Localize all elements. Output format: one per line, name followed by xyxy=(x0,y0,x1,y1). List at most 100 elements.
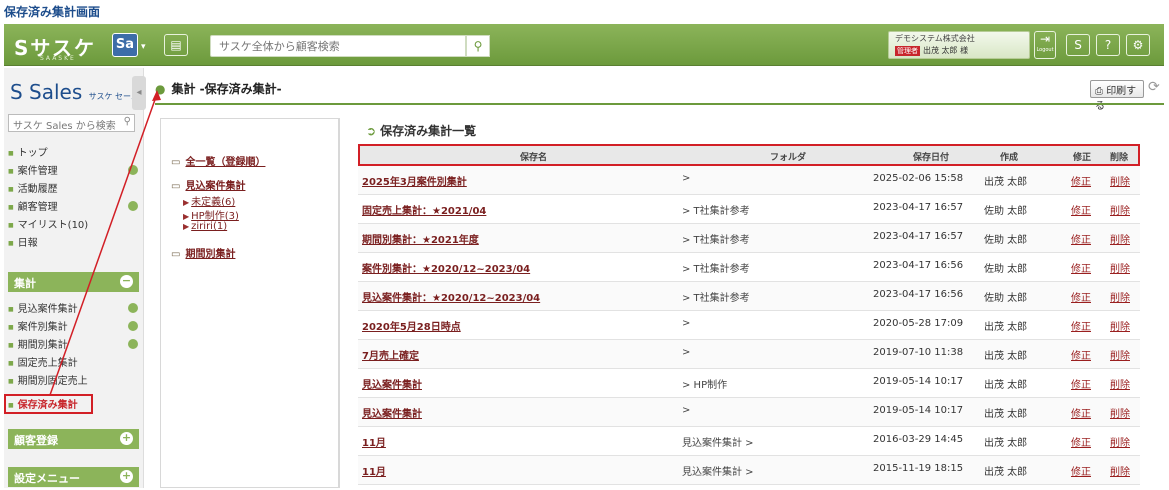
app-switch-caret-icon[interactable]: ▾ xyxy=(141,42,146,52)
section-customer-label: 顧客登録 xyxy=(14,434,58,447)
saved-name-link[interactable]: 2025年3月案件別集計 xyxy=(362,173,467,188)
delete-link[interactable]: 削除 xyxy=(1110,202,1130,217)
top-bar: Sサスケ SAASKE Sa ▾ ▤ ⚲ デモシステム株式会社 管理者出茂 太郎… xyxy=(4,24,1164,66)
sidebar: S Sales サスケ セールス ◂ サスケ Sales から検索⚲ トップ 案… xyxy=(4,68,146,488)
author-cell: 出茂 太郎 xyxy=(984,380,1028,391)
printer-icon: ⎙ xyxy=(1095,86,1103,97)
plus-icon[interactable] xyxy=(128,201,138,211)
edit-link[interactable]: 修正 xyxy=(1071,173,1091,188)
table-row: 見込案件集計：★2020/12~2023/04 > T社集計参考 2023-04-1… xyxy=(358,282,1140,311)
sidebar-item-fixed-sales[interactable]: 固定売上集計 xyxy=(8,354,78,369)
sidebar-item-deals[interactable]: 案件管理 xyxy=(8,162,58,177)
sidebar-item-forecast-aggregate[interactable]: 見込案件集計 xyxy=(8,300,78,315)
gear-icon[interactable]: ⚙ xyxy=(1126,34,1150,56)
app-logo-sub: SAASKE xyxy=(40,55,76,62)
saved-name-link[interactable]: 見込案件集計 xyxy=(362,405,422,420)
folder-all[interactable]: 全一覧（登録順） xyxy=(171,153,265,168)
author-cell: 佐助 太郎 xyxy=(984,264,1028,275)
minus-icon[interactable]: − xyxy=(120,275,133,288)
global-search-input[interactable] xyxy=(210,35,466,57)
table-row: 2020年5月28日時点 >2020-05-28 17:09 出茂 太郎 修正 削除 xyxy=(358,311,1140,340)
saved-name-link[interactable]: 案件別集計：★2020/12~2023/04 xyxy=(362,260,530,275)
col-date[interactable]: 保存日付 xyxy=(913,150,949,163)
plus-icon[interactable] xyxy=(128,339,138,349)
logout-button[interactable]: ⇥ Logout xyxy=(1034,31,1056,59)
refresh-icon[interactable]: ⟳ xyxy=(1148,79,1160,95)
plus-icon[interactable] xyxy=(128,303,138,313)
edit-link[interactable]: 修正 xyxy=(1071,463,1091,478)
app-switch-badge[interactable]: Sa xyxy=(112,33,138,57)
saved-name-link[interactable]: 見込案件集計：★2020/12~2023/04 xyxy=(362,289,540,304)
col-author[interactable]: 作成 xyxy=(1000,150,1018,163)
delete-link[interactable]: 削除 xyxy=(1110,289,1130,304)
delete-link[interactable]: 削除 xyxy=(1110,173,1130,188)
sidebar-section-customer-register[interactable]: 顧客登録 + xyxy=(8,429,139,449)
edit-link[interactable]: 修正 xyxy=(1071,260,1091,275)
plus-icon[interactable] xyxy=(128,165,138,175)
sidebar-item-top[interactable]: トップ xyxy=(8,144,48,159)
sidebar-item-period-fixed-sales[interactable]: 期間別固定売上 xyxy=(8,372,88,387)
sidebar-item-daily-report[interactable]: 日報 xyxy=(8,234,38,249)
delete-link[interactable]: 削除 xyxy=(1110,434,1130,449)
saved-name-link[interactable]: 期間別集計：★2021年度 xyxy=(362,231,479,246)
role-badge: 管理者 xyxy=(895,46,920,56)
print-button[interactable]: ⎙ 印刷する xyxy=(1090,80,1144,112)
delete-link[interactable]: 削除 xyxy=(1110,376,1130,391)
table-row: 11月 見込案件集計 > 2015-11-19 18:15 出茂 太郎 修正 削除 xyxy=(358,456,1140,485)
plus-icon[interactable]: + xyxy=(120,432,133,445)
delete-link[interactable]: 削除 xyxy=(1110,231,1130,246)
saved-name-link[interactable]: 見込案件集計 xyxy=(362,376,422,391)
delete-link[interactable]: 削除 xyxy=(1110,347,1130,362)
sidebar-item-mylist[interactable]: マイリスト(10) xyxy=(8,216,89,231)
s-icon[interactable]: S xyxy=(1066,34,1090,56)
sidebar-search-input[interactable]: サスケ Sales から検索 ⚲ xyxy=(8,114,135,132)
news-icon[interactable]: ▤ xyxy=(164,34,188,56)
saved-name-link[interactable]: 7月売上確定 xyxy=(362,347,419,362)
folder-cell: 見込案件集計 > xyxy=(682,438,754,449)
subfolder-ziriri[interactable]: ziriri(1) xyxy=(183,221,227,232)
edit-link[interactable]: 修正 xyxy=(1071,202,1091,217)
list-title: 保存済み集計一覧 xyxy=(366,122,476,139)
company-name: デモシステム株式会社 xyxy=(895,34,975,43)
sidebar-section-settings[interactable]: 設定メニュー + xyxy=(8,467,139,487)
sidebar-item-period-aggregate[interactable]: 期間別集計 xyxy=(8,336,68,351)
sidebar-item-customers[interactable]: 顧客管理 xyxy=(8,198,58,213)
plus-icon[interactable] xyxy=(128,321,138,331)
delete-link[interactable]: 削除 xyxy=(1110,318,1130,333)
delete-link[interactable]: 削除 xyxy=(1110,463,1130,478)
sidebar-search-placeholder: サスケ Sales から検索 xyxy=(13,121,116,132)
delete-link[interactable]: 削除 xyxy=(1110,405,1130,420)
saved-name-link[interactable]: 固定売上集計：★2021/04 xyxy=(362,202,486,217)
folder-forecast[interactable]: 見込案件集計 xyxy=(171,177,245,192)
help-icon[interactable]: ? xyxy=(1096,34,1120,56)
sales-logo-text: S Sales xyxy=(10,80,83,104)
edit-link[interactable]: 修正 xyxy=(1071,318,1091,333)
sidebar-collapse-handle[interactable]: ◂ xyxy=(132,76,146,110)
search-icon[interactable]: ⚲ xyxy=(466,35,490,57)
subfolder-hp[interactable]: HP制作(3) xyxy=(183,207,239,222)
saved-name-link[interactable]: 11月 xyxy=(362,463,386,478)
delete-link[interactable]: 削除 xyxy=(1110,260,1130,275)
col-folder[interactable]: フォルダ xyxy=(770,150,806,163)
search-icon[interactable]: ⚲ xyxy=(124,116,131,127)
author-cell: 出茂 太郎 xyxy=(984,438,1028,449)
user-info: デモシステム株式会社 管理者 出茂 太郎 様 xyxy=(888,31,1030,59)
date-cell: 2020-05-28 17:09 xyxy=(873,318,964,329)
edit-link[interactable]: 修正 xyxy=(1071,289,1091,304)
table-row: 7月売上確定 >2019-07-10 11:38 出茂 太郎 修正 削除 xyxy=(358,340,1140,369)
author-cell: 出茂 太郎 xyxy=(984,177,1028,188)
edit-link[interactable]: 修正 xyxy=(1071,231,1091,246)
saved-name-link[interactable]: 11月 xyxy=(362,434,386,449)
col-name[interactable]: 保存名 xyxy=(520,150,547,163)
folder-period[interactable]: 期間別集計 xyxy=(171,245,235,260)
sidebar-item-deal-aggregate[interactable]: 案件別集計 xyxy=(8,318,68,333)
edit-link[interactable]: 修正 xyxy=(1071,405,1091,420)
plus-icon[interactable]: + xyxy=(120,470,133,483)
saved-name-link[interactable]: 2020年5月28日時点 xyxy=(362,318,461,333)
sidebar-section-aggregate[interactable]: 集計 − xyxy=(8,272,139,292)
subfolder-undefined[interactable]: 未定義(6) xyxy=(183,193,235,208)
edit-link[interactable]: 修正 xyxy=(1071,347,1091,362)
edit-link[interactable]: 修正 xyxy=(1071,376,1091,391)
edit-link[interactable]: 修正 xyxy=(1071,434,1091,449)
sidebar-item-activity[interactable]: 活動履歴 xyxy=(8,180,58,195)
